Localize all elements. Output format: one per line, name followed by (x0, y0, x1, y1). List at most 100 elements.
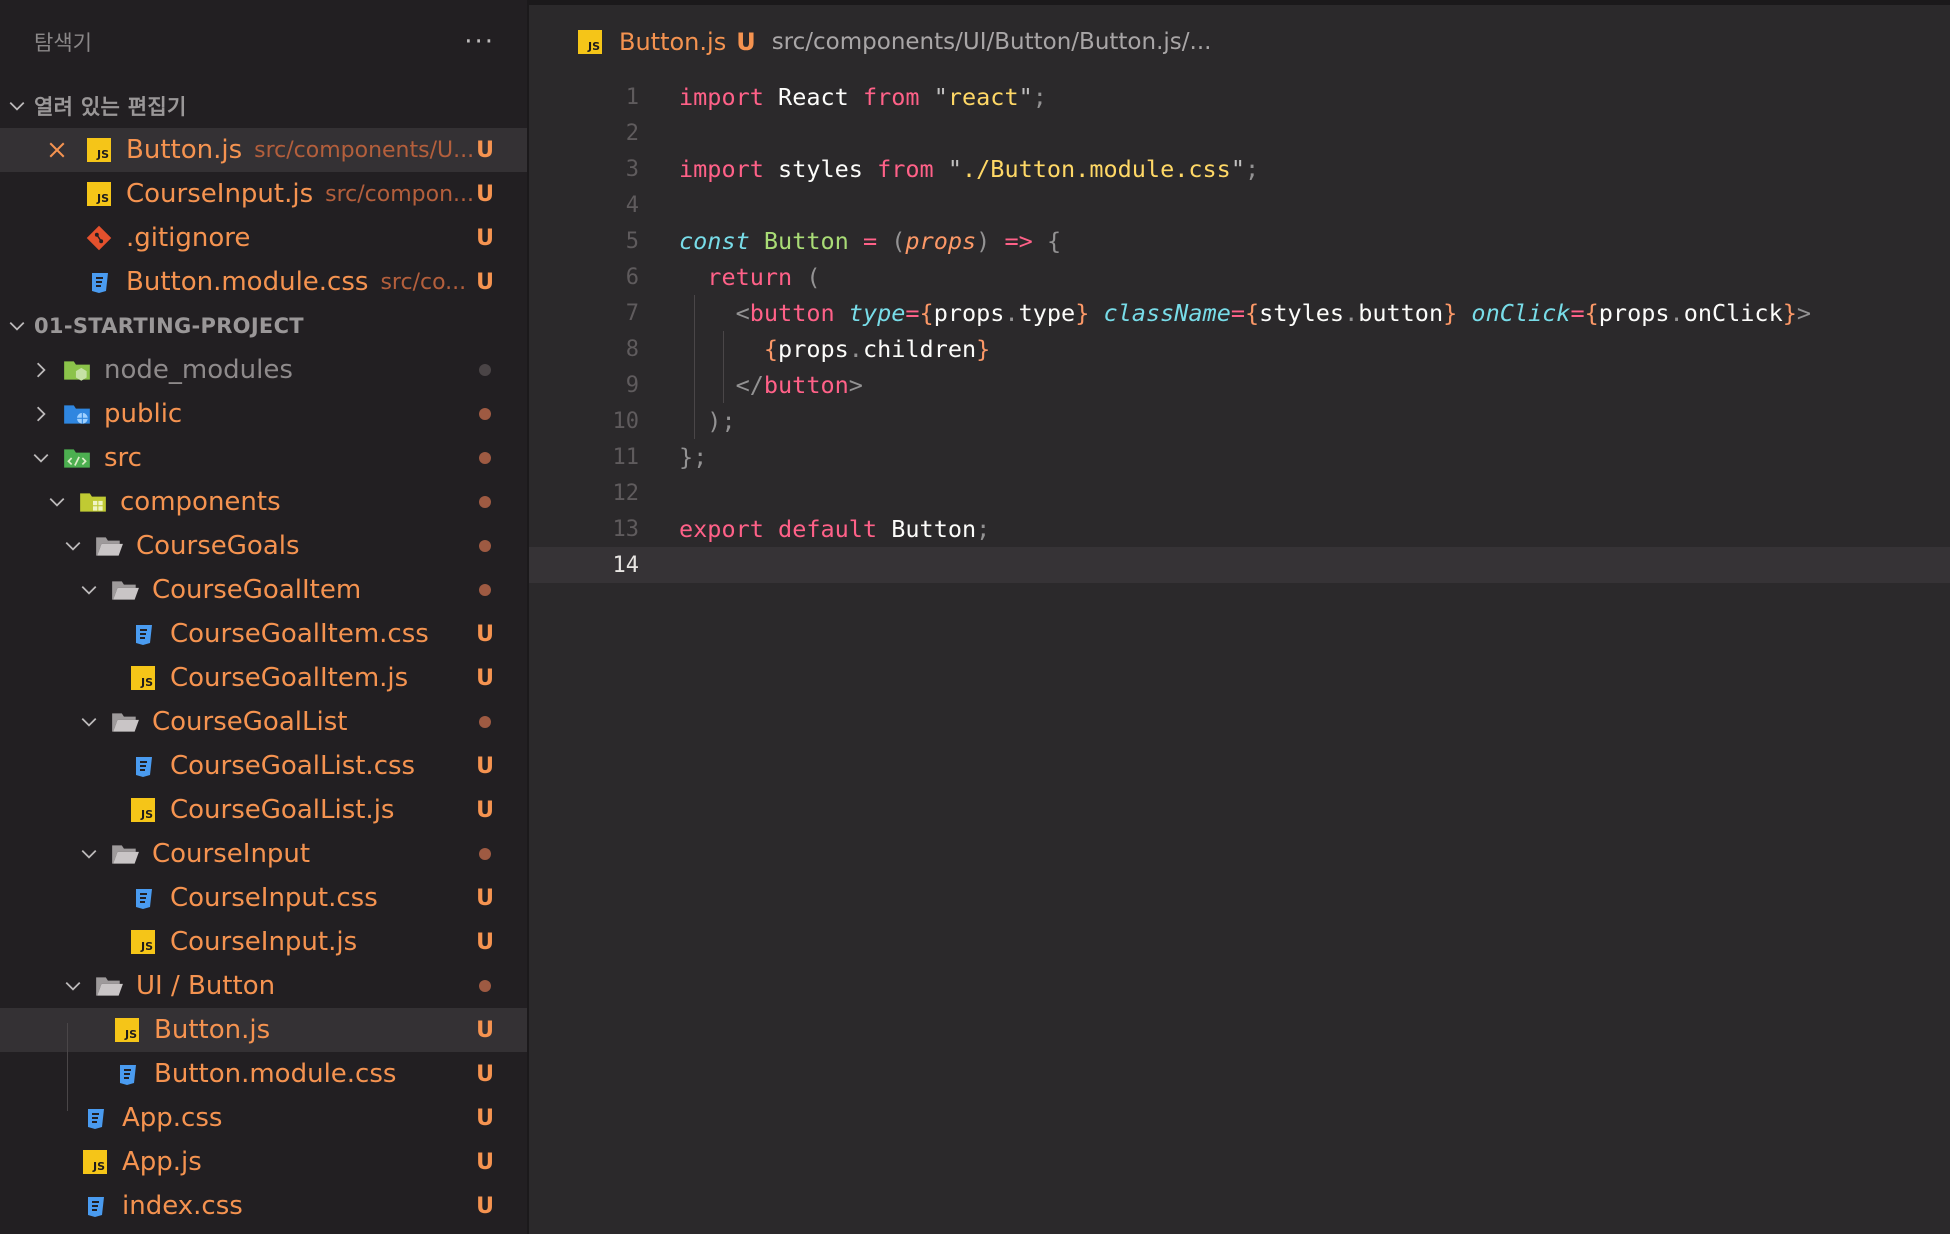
indent-guide (67, 1023, 68, 1111)
tree-file-item[interactable]: index.css U (0, 1184, 527, 1228)
tree-folder-coursegoals[interactable]: CourseGoals (0, 524, 527, 568)
code-line[interactable]: 6 return ( (529, 259, 1950, 295)
code-line[interactable]: 5 const Button = (props) => { (529, 223, 1950, 259)
js-file-icon: JS (128, 796, 158, 824)
tree-item-name: CourseInput.js (170, 927, 358, 957)
tree-folder-ui-button[interactable]: UI / Button (0, 964, 527, 1008)
tree-item-name: App.css (122, 1103, 223, 1133)
tree-file-item[interactable]: Button.module.css U (0, 1052, 527, 1096)
untracked-badge: U (476, 225, 494, 251)
folder-open-icon (94, 972, 124, 1000)
explorer-title: 탐색기 (34, 31, 92, 55)
untracked-badge: U (476, 181, 494, 207)
tree-item-name: CourseInput (152, 839, 311, 869)
tree-file-item[interactable]: CourseGoalList.css U (0, 744, 527, 788)
code-line[interactable]: 11 }; (529, 439, 1950, 475)
line-number: 1 (625, 84, 639, 110)
breadcrumb-file[interactable]: Button.js (619, 28, 726, 56)
tree-file-item[interactable]: CourseGoalItem.css U (0, 612, 527, 656)
open-editor-item[interactable]: JS CourseInput.js src/compon... U (0, 172, 527, 216)
line-number: 6 (625, 264, 639, 290)
node-folder-icon (62, 356, 92, 384)
tree-file-item-selected[interactable]: JS Button.js U (0, 1008, 527, 1052)
open-editor-item[interactable]: Button.module.css src/co... U (0, 260, 527, 304)
tree-folder-courseinput[interactable]: CourseInput (0, 832, 527, 876)
line-number: 7 (625, 300, 639, 326)
tree-folder-components[interactable]: components (0, 480, 527, 524)
folder-open-icon (110, 840, 140, 868)
status-dot (479, 584, 491, 596)
line-number: 9 (625, 372, 639, 398)
js-file-icon: JS (128, 664, 158, 692)
tree-file-item[interactable]: JS App.js U (0, 1140, 527, 1184)
css-file-icon (128, 884, 158, 912)
untracked-badge: U (736, 28, 756, 56)
untracked-badge: U (476, 1061, 494, 1087)
tree-item-name: node_modules (104, 355, 293, 385)
code-text: export default Button; (679, 515, 991, 543)
code-line[interactable]: 8 {props.children} (529, 331, 1950, 367)
tree-folder-coursegoalitem[interactable]: CourseGoalItem (0, 568, 527, 612)
close-icon[interactable] (46, 139, 68, 161)
tree-file-item[interactable]: JS CourseInput.js U (0, 920, 527, 964)
tree-file-item[interactable]: CourseInput.css U (0, 876, 527, 920)
code-area[interactable]: 1 import React from "react"; 2 3 import … (529, 79, 1950, 583)
untracked-badge: U (476, 753, 494, 779)
code-line[interactable]: 10 ); (529, 403, 1950, 439)
status-dot (479, 540, 491, 552)
tree-item-name: Button.module.css (154, 1059, 397, 1089)
status-dot (479, 408, 491, 420)
tree-file-item[interactable]: JS CourseGoalList.js U (0, 788, 527, 832)
js-file-icon: JS (128, 928, 158, 956)
open-editor-item[interactable]: JS Button.js src/components/U... U (0, 128, 527, 172)
tree-file-item[interactable]: App.css U (0, 1096, 527, 1140)
css-file-icon (128, 620, 158, 648)
src-folder-icon (62, 444, 92, 472)
chevron-down-icon (78, 711, 100, 733)
code-line[interactable]: 4 (529, 187, 1950, 223)
untracked-badge: U (476, 621, 494, 647)
tree-item-name: Button.js (154, 1015, 271, 1045)
status-dot (479, 848, 491, 860)
code-text: </button> (735, 371, 863, 399)
code-line[interactable]: 2 (529, 115, 1950, 151)
line-number: 3 (625, 156, 639, 182)
tree-folder-public[interactable]: public (0, 392, 527, 436)
status-dot (479, 716, 491, 728)
code-line[interactable]: 9 </button> (529, 367, 1950, 403)
open-editor-name: .gitignore (126, 223, 251, 253)
code-line[interactable]: 7 <button type={props.type} className={s… (529, 295, 1950, 331)
code-line-current[interactable]: 14 (529, 547, 1950, 583)
open-editor-path: src/components/U... (254, 137, 475, 163)
breadcrumb: JS Button.js U src/components/UI/Button/… (529, 5, 1950, 79)
open-editors-section[interactable]: 열려 있는 편집기 (0, 84, 527, 128)
indent-guide (723, 331, 724, 403)
untracked-badge: U (476, 797, 494, 823)
more-actions-icon[interactable]: ··· (464, 27, 495, 57)
tree-folder-src[interactable]: src (0, 436, 527, 480)
code-line[interactable]: 3 import styles from "./Button.module.cs… (529, 151, 1950, 187)
tree-item-name: CourseGoalList.css (170, 751, 416, 781)
breadcrumb-path[interactable]: src/components/UI/Button/Button.js/... (772, 29, 1212, 55)
code-line[interactable]: 12 (529, 475, 1950, 511)
tree-folder-node-modules[interactable]: node_modules (0, 348, 527, 392)
css-file-icon (128, 752, 158, 780)
code-text: <button type={props.type} className={sty… (735, 299, 1812, 327)
css-file-icon (80, 1192, 110, 1220)
open-editor-item[interactable]: .gitignore U (0, 216, 527, 260)
tree-file-item[interactable]: JS CourseGoalItem.js U (0, 656, 527, 700)
tree-file-item-partial[interactable]: JS (0, 1228, 527, 1234)
chevron-down-icon (62, 975, 84, 997)
code-line[interactable]: 13 export default Button; (529, 511, 1950, 547)
tree-folder-coursegoallist[interactable]: CourseGoalList (0, 700, 527, 744)
untracked-badge: U (476, 1149, 494, 1175)
code-editor[interactable]: JS Button.js U src/components/UI/Button/… (529, 0, 1950, 1234)
chevron-down-icon (46, 491, 68, 513)
project-section[interactable]: 01-STARTING-PROJECT (0, 304, 527, 348)
untracked-badge: U (476, 929, 494, 955)
open-editors-label: 열려 있는 편집기 (34, 95, 187, 119)
line-number: 5 (625, 228, 639, 254)
code-line[interactable]: 1 import React from "react"; (529, 79, 1950, 115)
project-label: 01-STARTING-PROJECT (34, 314, 304, 338)
js-file-icon: JS (80, 1148, 110, 1176)
